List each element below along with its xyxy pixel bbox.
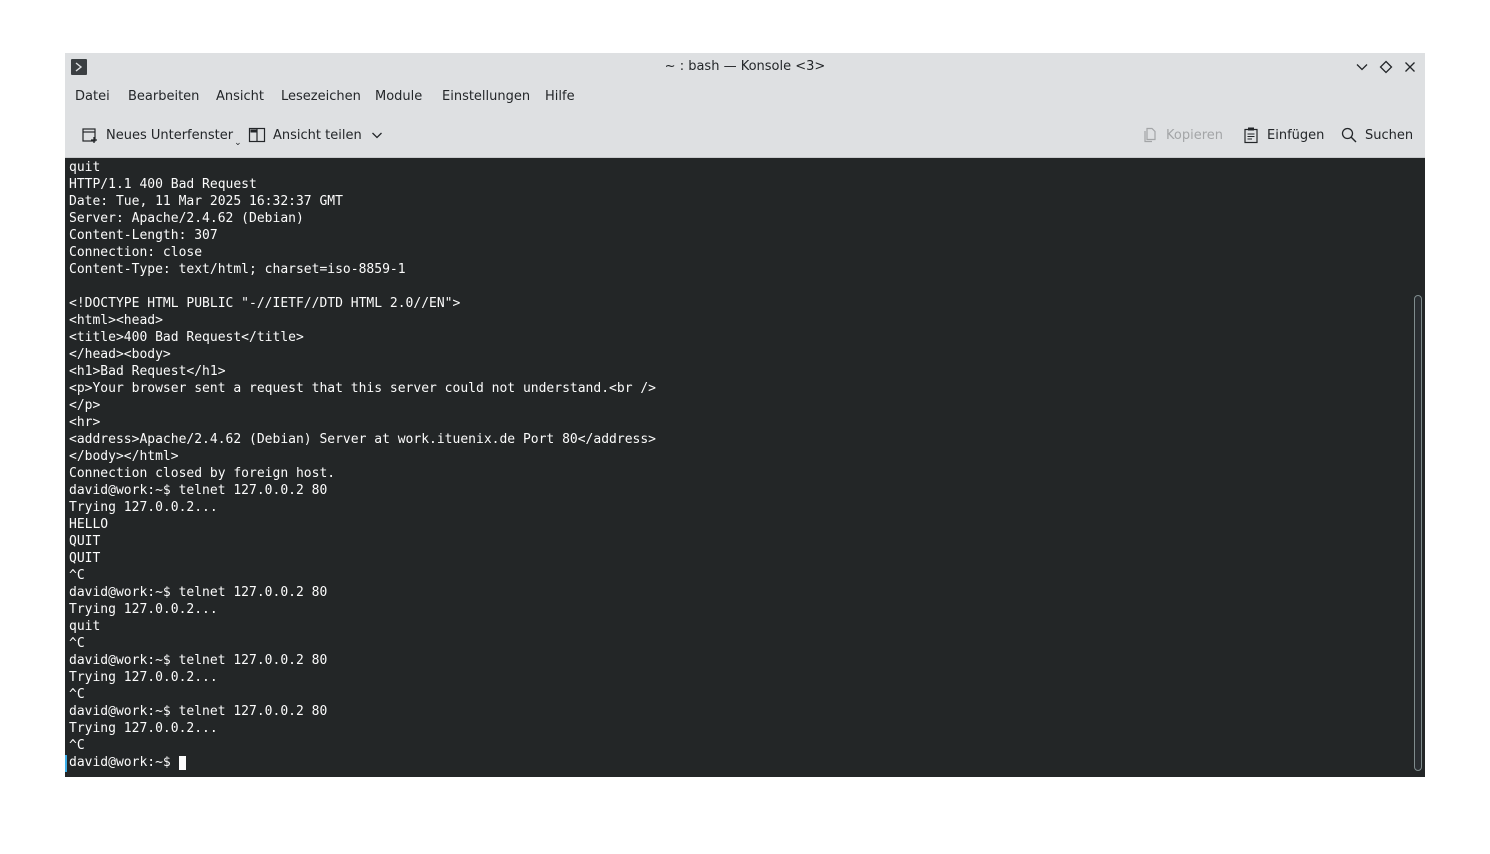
chevron-down-icon[interactable] [368, 126, 386, 144]
terminal-line: <title>400 Bad Request</title> [69, 330, 304, 345]
copy-icon [1141, 126, 1159, 144]
terminal-line: </head><body> [69, 347, 171, 362]
terminal-line: Content-Type: text/html; charset=iso-885… [69, 262, 406, 277]
terminal-line: Trying 127.0.0.2... [69, 602, 218, 617]
close-button[interactable] [1402, 59, 1418, 75]
menu-datei[interactable]: Datei [75, 81, 110, 113]
search-button[interactable]: Suchen [1340, 113, 1413, 157]
terminal-line: <h1>Bad Request</h1> [69, 364, 226, 379]
window-title: ~ : bash — Konsole <3> [664, 59, 826, 74]
toolbar: Neues Unterfenster ⌄ Ansicht teilen Kopi… [65, 113, 1425, 158]
text-cursor [178, 756, 186, 770]
new-tab-label: Neues Unterfenster [106, 127, 234, 143]
menu-bearbeiten[interactable]: Bearbeiten [128, 81, 199, 113]
terminal-line: david@work:~$ telnet 127.0.0.2 80 [69, 704, 328, 719]
menu-lesezeichen[interactable]: Lesezeichen [281, 81, 361, 113]
terminal-line: quit [69, 619, 101, 634]
terminal-line: HTTP/1.1 400 Bad Request [69, 177, 257, 192]
scrollbar[interactable] [1414, 295, 1422, 771]
title-bar[interactable]: ~ : bash — Konsole <3> [65, 53, 1425, 81]
terminal-line: Connection: close [69, 245, 203, 260]
copy-label: Kopieren [1166, 127, 1223, 143]
terminal-line: HELLO [69, 517, 109, 532]
shell-prompt: david@work:~$ [69, 755, 179, 770]
terminal-line: ^C [69, 636, 85, 651]
terminal-line: ^C [69, 738, 85, 753]
prompt-line[interactable]: david@work:~$ [69, 754, 656, 771]
menu-einstellungen[interactable]: Einstellungen [442, 81, 530, 113]
paste-button[interactable]: Einfügen [1242, 113, 1324, 157]
dropdown-arrow-icon: ⌄ [234, 138, 242, 148]
new-tab-icon [81, 126, 99, 144]
terminal-line: Date: Tue, 11 Mar 2025 16:32:37 GMT [69, 194, 343, 209]
menu-ansicht[interactable]: Ansicht [216, 81, 264, 113]
terminal-output: quit HTTP/1.1 400 Bad Request Date: Tue, 1… [69, 159, 656, 771]
terminal-line: david@work:~$ telnet 127.0.0.2 80 [69, 483, 328, 498]
paste-icon [1242, 126, 1260, 144]
split-view-label: Ansicht teilen [273, 127, 362, 143]
search-label: Suchen [1365, 127, 1414, 143]
terminal-line: </p> [69, 398, 101, 413]
terminal-line: Server: Apache/2.4.62 (Debian) [69, 211, 304, 226]
terminal-line: QUIT [69, 551, 101, 566]
menu-bar: Datei Bearbeiten Ansicht Lesezeichen Mod… [65, 81, 1425, 113]
search-icon [1340, 126, 1358, 144]
maximize-button[interactable] [1378, 59, 1394, 75]
terminal-view[interactable]: quit HTTP/1.1 400 Bad Request Date: Tue, 1… [65, 158, 1425, 777]
terminal-line: <p>Your browser sent a request that this… [69, 381, 656, 396]
chevron-down-icon [1356, 64, 1368, 71]
konsole-window: ~ : bash — Konsole <3> Datei Bearbeiten … [65, 53, 1425, 777]
terminal-line: <html><head> [69, 313, 163, 328]
terminal-line: Trying 127.0.0.2... [69, 670, 218, 685]
copy-button[interactable]: Kopieren [1141, 113, 1223, 157]
terminal-line: Trying 127.0.0.2... [69, 500, 218, 515]
split-view-button[interactable]: Ansicht teilen [248, 113, 386, 157]
terminal-line: </body></html> [69, 449, 179, 464]
terminal-line: Content-Length: 307 [69, 228, 218, 243]
terminal-line: david@work:~$ telnet 127.0.0.2 80 [69, 653, 328, 668]
terminal-line: Connection closed by foreign host. [69, 466, 336, 481]
terminal-line: <address>Apache/2.4.62 (Debian) Server a… [69, 432, 656, 447]
menu-hilfe[interactable]: Hilfe [545, 81, 575, 113]
menu-module[interactable]: Module [375, 81, 422, 113]
split-view-icon [248, 126, 266, 144]
terminal-line: david@work:~$ telnet 127.0.0.2 80 [69, 585, 328, 600]
terminal-line: ^C [69, 687, 85, 702]
close-icon [1405, 62, 1415, 72]
paste-label: Einfügen [1267, 127, 1325, 143]
new-tab-button[interactable]: Neues Unterfenster ⌄ [81, 113, 242, 157]
line-marker [65, 755, 67, 772]
terminal-line: <hr> [69, 415, 101, 430]
terminal-line: Trying 127.0.0.2... [69, 721, 218, 736]
terminal-line: QUIT [69, 534, 101, 549]
terminal-line: ^C [69, 568, 85, 583]
minimize-button[interactable] [1354, 59, 1370, 75]
diamond-icon [1379, 60, 1393, 74]
terminal-line: <!DOCTYPE HTML PUBLIC "-//IETF//DTD HTML… [69, 296, 461, 311]
terminal-line: quit [69, 160, 101, 175]
